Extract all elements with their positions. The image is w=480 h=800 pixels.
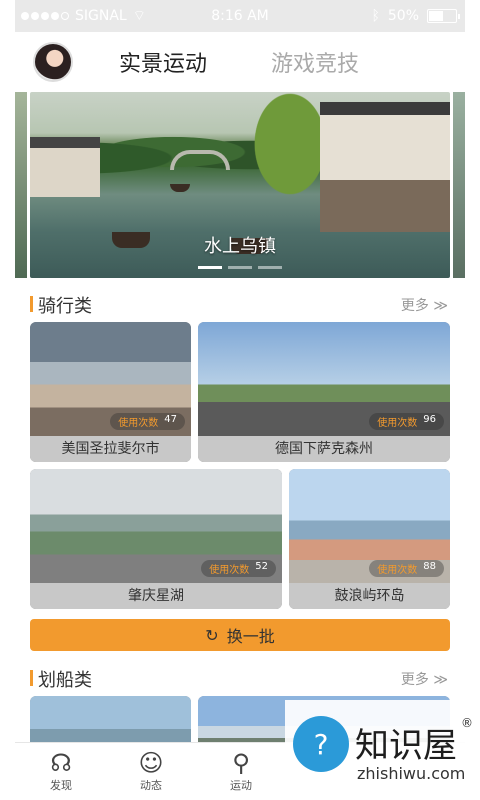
battery-icon bbox=[427, 9, 460, 23]
refresh-label: 换一批 bbox=[226, 627, 275, 646]
question-icon: ? bbox=[293, 716, 349, 772]
usage-badge: 使用次数 96 bbox=[369, 413, 444, 430]
avatar[interactable] bbox=[33, 42, 73, 82]
rowing-section-header: 划船类 更多 ≫ bbox=[30, 666, 450, 691]
usage-badge: 使用次数 52 bbox=[201, 560, 276, 577]
featured-banner[interactable]: 水上乌镇 bbox=[30, 92, 450, 278]
watermark: ? 知识屋 ® zhishiwu.com bbox=[285, 700, 480, 800]
bluetooth-icon: ᛒ bbox=[371, 8, 380, 24]
refresh-icon: ↻ bbox=[205, 625, 219, 645]
route-card[interactable]: 使用次数 88 鼓浪屿环岛 bbox=[289, 469, 450, 609]
banner-prev-peek[interactable] bbox=[15, 92, 27, 278]
banner-house-right bbox=[320, 102, 450, 232]
discover-icon: ☊ bbox=[50, 749, 72, 777]
banner-caption: 水上乌镇 bbox=[204, 236, 276, 257]
banner-pager bbox=[198, 266, 282, 269]
route-card[interactable]: 使用次数 96 德国下萨克森州 bbox=[198, 322, 450, 462]
route-name: 肇庆星湖 bbox=[30, 583, 282, 609]
feed-icon: ☺ bbox=[138, 749, 164, 777]
section-accent-bar bbox=[30, 670, 33, 686]
refresh-batch-button[interactable]: ↻ 换一批 bbox=[30, 619, 450, 651]
usage-badge: 使用次数 88 bbox=[369, 560, 444, 577]
banner-bridge bbox=[170, 150, 230, 170]
section-accent-bar bbox=[30, 296, 33, 312]
route-name: 鼓浪屿环岛 bbox=[289, 583, 450, 609]
usage-badge: 使用次数 47 bbox=[110, 413, 185, 430]
banner-next-peek[interactable] bbox=[453, 92, 465, 278]
cycling-section-header: 骑行类 更多 ≫ bbox=[30, 292, 450, 317]
nav-label: 运动 bbox=[230, 779, 252, 792]
nav-label: 发现 bbox=[50, 779, 72, 792]
top-nav: 实景运动 游戏竞技 bbox=[15, 32, 465, 90]
section-title: 划船类 bbox=[38, 670, 92, 691]
status-bar: SIGNAL ⌔ 8:16 AM ᛒ 50% bbox=[15, 0, 465, 32]
watermark-brand: 知识屋 bbox=[355, 726, 457, 766]
nav-feed[interactable]: ☺ 动态 bbox=[121, 749, 181, 793]
nav-discover[interactable]: ☊ 发现 bbox=[31, 749, 91, 793]
banner-house-left bbox=[30, 137, 100, 197]
more-link[interactable]: 更多 ≫ bbox=[401, 669, 448, 689]
route-name: 德国下萨克森州 bbox=[198, 436, 450, 462]
route-card[interactable]: 使用次数 52 肇庆星湖 bbox=[30, 469, 282, 609]
tab-game-competition[interactable]: 游戏竞技 bbox=[271, 46, 359, 78]
bicycle-icon: ⚲ bbox=[232, 749, 250, 777]
more-link[interactable]: 更多 ≫ bbox=[401, 295, 448, 315]
nav-sport[interactable]: ⚲ 运动 bbox=[211, 749, 271, 793]
watermark-domain: zhishiwu.com bbox=[357, 764, 466, 783]
route-card[interactable]: 使用次数 47 美国圣拉斐尔市 bbox=[30, 322, 191, 462]
battery-percent: 50% bbox=[387, 8, 419, 24]
status-right: ᛒ 50% bbox=[371, 8, 460, 24]
registered-mark: ® bbox=[461, 716, 473, 730]
section-title: 骑行类 bbox=[38, 296, 92, 317]
nav-label: 动态 bbox=[140, 779, 162, 792]
banner-boat bbox=[170, 184, 190, 192]
route-name: 美国圣拉斐尔市 bbox=[30, 436, 191, 462]
tab-real-scene-sports[interactable]: 实景运动 bbox=[119, 46, 207, 78]
